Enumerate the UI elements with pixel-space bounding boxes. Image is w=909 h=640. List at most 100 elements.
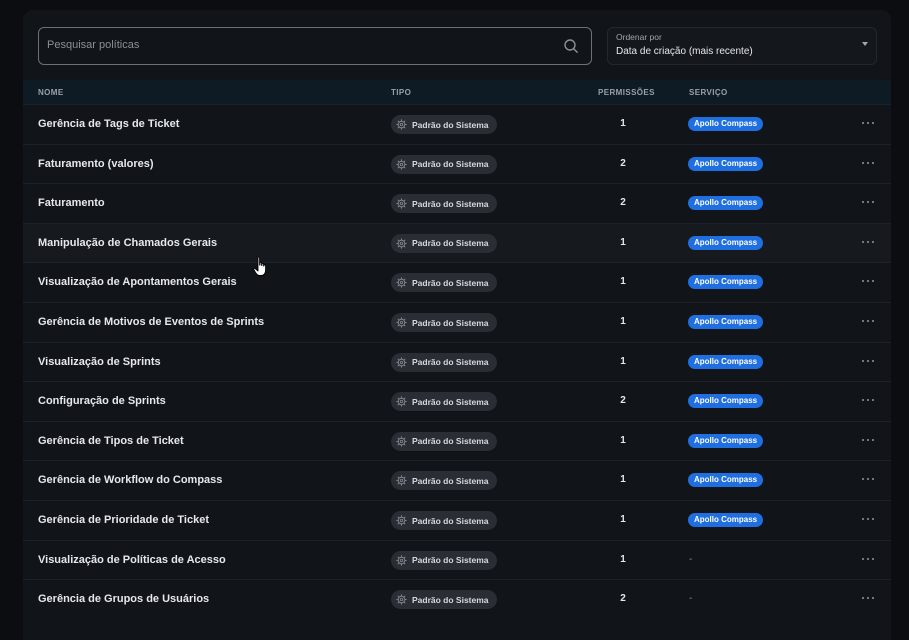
table-row[interactable]: Configuração de Sprints Padrão do Sistema… (23, 381, 891, 422)
permissions-count: 2 (620, 197, 626, 209)
permissions-count: 2 (620, 593, 626, 605)
sort-label: Ordenar por (616, 32, 662, 42)
gear-icon (396, 436, 407, 447)
policy-name[interactable]: Gerência de Grupos de Usuários (38, 593, 209, 605)
column-header-service: SERVIÇO (689, 88, 728, 97)
column-header-name: NOME (38, 88, 64, 97)
gear-icon (396, 475, 407, 487)
hand-pointer-cursor (253, 256, 267, 276)
gear-icon (396, 238, 407, 249)
search-input[interactable]: Pesquisar políticas (38, 27, 592, 65)
service-badge: Apollo Compass (688, 315, 764, 329)
gear-icon (396, 277, 407, 289)
column-header-type: TIPO (391, 88, 412, 97)
policy-name[interactable]: Visualização de Sprints (38, 356, 161, 368)
type-label: Padrão do Sistema (412, 357, 489, 368)
column-header-permissions: PERMISSÕES (598, 88, 655, 97)
service-badge: Apollo Compass (688, 473, 764, 488)
more-horizontal-icon[interactable] (861, 358, 875, 364)
table-row[interactable]: Gerência de Tags de Ticket Padrão do Sist… (23, 104, 891, 145)
table-row[interactable]: Gerência de Prioridade de Ticket Padrão d… (23, 500, 891, 541)
permissions-count: 1 (620, 118, 626, 129)
service-badge: Apollo Compass (688, 117, 764, 131)
gear-icon (396, 594, 407, 605)
type-badge: Padrão do Sistema (391, 590, 497, 610)
sort-value: Data de criação (mais recente) (616, 46, 753, 57)
more-horizontal-icon[interactable] (861, 476, 875, 482)
gear-icon (396, 515, 407, 526)
permissions-count: 2 (620, 157, 626, 169)
more-horizontal-icon[interactable] (861, 516, 875, 522)
policy-name[interactable]: Visualização de Apontamentos Gerais (38, 276, 237, 288)
policy-name[interactable]: Faturamento (38, 197, 105, 209)
more-horizontal-icon[interactable] (861, 199, 875, 205)
type-label: Padrão do Sistema (412, 119, 489, 130)
more-horizontal-icon[interactable] (861, 278, 875, 284)
table-row[interactable]: Gerência de Grupos de Usuários Padrão do … (23, 579, 891, 620)
search-icon[interactable] (563, 38, 579, 54)
table-row[interactable]: Gerência de Tipos de Ticket Padrão do Sis… (23, 420, 891, 462)
table-row[interactable]: Faturamento Padrão do Sistema 2 Apollo Comp… (23, 183, 891, 224)
policy-name[interactable]: Faturamento (valores) (38, 158, 154, 170)
type-label: Padrão do Sistema (412, 594, 489, 605)
gear-icon (396, 356, 407, 368)
table-row[interactable]: Gerência de Workflow do Compass Padrão do… (23, 460, 891, 501)
policy-name[interactable]: Gerência de Prioridade de Ticket (38, 514, 209, 526)
type-label: Padrão do Sistema (412, 238, 489, 249)
service-badge: Apollo Compass (688, 513, 764, 527)
policy-name[interactable]: Gerência de Tags de Ticket (38, 118, 179, 130)
more-horizontal-icon[interactable] (861, 160, 875, 166)
type-badge: Padrão do Sistema (391, 392, 497, 412)
permissions-count: 1 (620, 316, 626, 327)
chevron-down-icon (862, 42, 868, 46)
service-badge: Apollo Compass (688, 235, 764, 250)
service-badge: Apollo Compass (688, 275, 764, 290)
service-badge: Apollo Compass (688, 354, 764, 369)
type-badge: Padrão do Sistema (391, 154, 497, 174)
type-label: Padrão do Sistema (412, 277, 489, 288)
gear-icon (396, 198, 407, 209)
permissions-count: 1 (620, 434, 626, 446)
type-badge: Padrão do Sistema (391, 313, 497, 332)
table-row[interactable]: Visualização de Políticas de Acesso Padrã… (23, 539, 891, 581)
more-horizontal-icon[interactable] (861, 120, 875, 126)
more-horizontal-icon[interactable] (861, 595, 875, 601)
policy-name[interactable]: Visualização de Políticas de Acesso (38, 554, 226, 566)
type-badge: Padrão do Sistema (391, 471, 497, 491)
policy-name[interactable]: Configuração de Sprints (38, 395, 166, 407)
permissions-count: 1 (620, 276, 626, 288)
table-row[interactable]: Visualização de Sprints Padrão do Sistema… (23, 341, 891, 383)
type-label: Padrão do Sistema (412, 198, 489, 209)
table-row[interactable]: Manipulação de Chamados Gerais Padrão do … (23, 222, 891, 264)
more-horizontal-icon[interactable] (861, 437, 875, 443)
gear-icon (396, 317, 407, 328)
permissions-count: 2 (620, 395, 626, 407)
sort-select[interactable]: Ordenar por Data de criação (mais recent… (607, 27, 877, 65)
type-label: Padrão do Sistema (412, 317, 489, 328)
more-horizontal-icon[interactable] (861, 556, 875, 562)
more-horizontal-icon[interactable] (861, 318, 875, 324)
table-row[interactable]: Gerência de Motivos de Eventos de Sprint… (23, 302, 891, 343)
type-badge: Padrão do Sistema (391, 431, 497, 451)
table-header: NOME TIPO PERMISSÕES SERVIÇO (23, 80, 891, 104)
type-badge: Padrão do Sistema (391, 550, 497, 570)
more-horizontal-icon[interactable] (861, 397, 875, 403)
type-label: Padrão do Sistema (412, 475, 489, 486)
table-row[interactable]: Faturamento (valores) Padrão do Sistema 2 A… (23, 143, 891, 185)
gear-icon (396, 396, 407, 407)
service-badge: Apollo Compass (688, 156, 764, 171)
type-label: Padrão do Sistema (412, 436, 489, 447)
gear-icon (396, 554, 407, 566)
service-badge: Apollo Compass (688, 394, 764, 409)
type-label: Padrão do Sistema (412, 159, 489, 170)
table-row[interactable]: Visualização de Apontamentos Gerais Padrã… (23, 262, 891, 303)
policy-name[interactable]: Manipulação de Chamados Gerais (38, 237, 217, 249)
policy-name[interactable]: Gerência de Workflow do Compass (38, 474, 222, 486)
policy-name[interactable]: Gerência de Tipos de Ticket (38, 435, 184, 447)
service-badge: Apollo Compass (688, 433, 764, 448)
service-badge: Apollo Compass (688, 196, 764, 211)
type-label: Padrão do Sistema (412, 396, 489, 407)
policy-name[interactable]: Gerência de Motivos de Eventos de Sprint… (38, 316, 264, 328)
search-placeholder: Pesquisar políticas (47, 39, 140, 51)
more-horizontal-icon[interactable] (861, 239, 875, 245)
